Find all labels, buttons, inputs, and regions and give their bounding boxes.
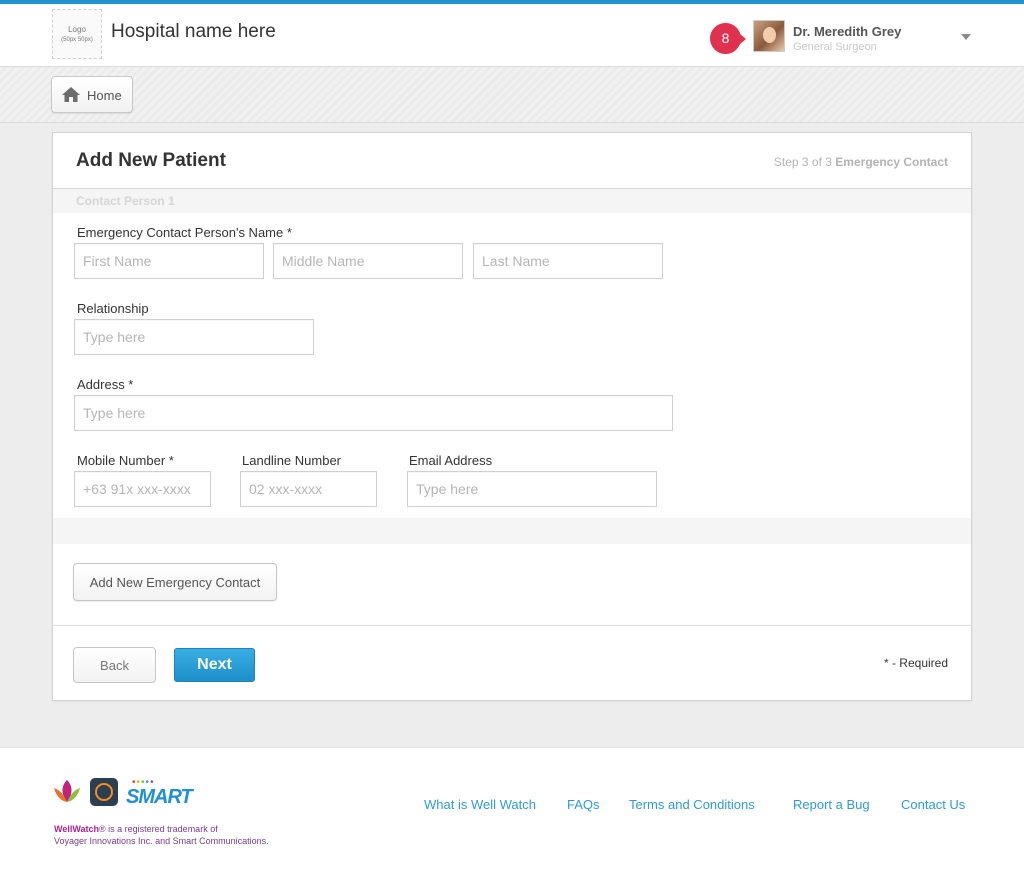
section-title: Contact Person 1 [76,194,175,208]
relationship-label: Relationship [77,301,149,316]
avatar[interactable] [753,20,785,52]
trademark-line2: Voyager Innovations Inc. and Smart Commu… [54,836,269,846]
section-header: Contact Person 1 [53,189,971,213]
back-button[interactable]: Back [73,647,156,683]
required-note: * - Required [883,656,948,670]
landline-label: Landline Number [242,453,342,468]
smart-logo: SMART [126,786,193,808]
step-name: Emergency Contact [835,155,948,169]
landline-input[interactable] [240,471,377,507]
first-name-input[interactable] [74,243,264,279]
trademark-text: WellWatch® is a registered trademark of … [54,823,269,847]
next-button[interactable]: Next [174,648,255,682]
top-bar: Logo (50px 50px) Hospital name here 8 Dr… [0,0,1024,67]
last-name-input[interactable] [473,243,663,279]
footer-link-what-is-well-watch[interactable]: What is Well Watch [424,797,536,812]
footer-link-faqs[interactable]: FAQs [567,797,600,812]
footer-link-report-bug[interactable]: Report a Bug [793,797,870,812]
name-label: Emergency Contact Person's Name * [77,225,292,240]
email-input[interactable] [407,471,657,507]
add-emergency-contact-button[interactable]: Add New Emergency Contact [73,563,277,601]
hospital-name: Hospital name here [111,21,276,42]
trademark-line1: ® is a registered trademark of [99,824,218,834]
user-role: General Surgeon [793,41,877,53]
relationship-input[interactable] [74,319,314,355]
hospital-logo[interactable]: Logo (50px 50px) [52,9,102,59]
mobile-input[interactable] [74,471,211,507]
section-footer [53,518,971,544]
logo-size-text: (50px 50px) [61,37,93,43]
footer-link-contact-us[interactable]: Contact Us [901,797,965,812]
home-icon [62,87,80,102]
step-indicator: Step 3 of 3 Emergency Contact [774,155,948,169]
mobile-label: Mobile Number * [77,453,174,468]
footer-link-terms[interactable]: Terms and Conditions [629,797,755,812]
breadcrumb: Home [0,67,1024,123]
page-title: Add New Patient [76,150,226,171]
logo-text: Logo [68,25,86,34]
user-name: Dr. Meredith Grey [793,24,902,39]
watch-app-icon [90,778,118,806]
home-label: Home [87,88,122,103]
address-label: Address * [77,377,134,392]
step-prefix: Step 3 of 3 [773,155,832,169]
divider [53,625,971,626]
wellwatch-logo-icon [54,780,80,802]
address-input[interactable] [74,395,673,431]
home-button[interactable]: Home [51,76,133,113]
footer: ••••• SMART WellWatch® is a registered t… [0,747,1024,884]
notification-badge[interactable]: 8 [710,23,746,54]
trademark-brand: WellWatch [54,824,100,834]
email-label: Email Address [409,453,493,468]
add-patient-card: Add New Patient Step 3 of 3 Emergency Co… [52,132,972,701]
middle-name-input[interactable] [273,243,463,279]
chevron-down-icon[interactable] [961,34,971,40]
